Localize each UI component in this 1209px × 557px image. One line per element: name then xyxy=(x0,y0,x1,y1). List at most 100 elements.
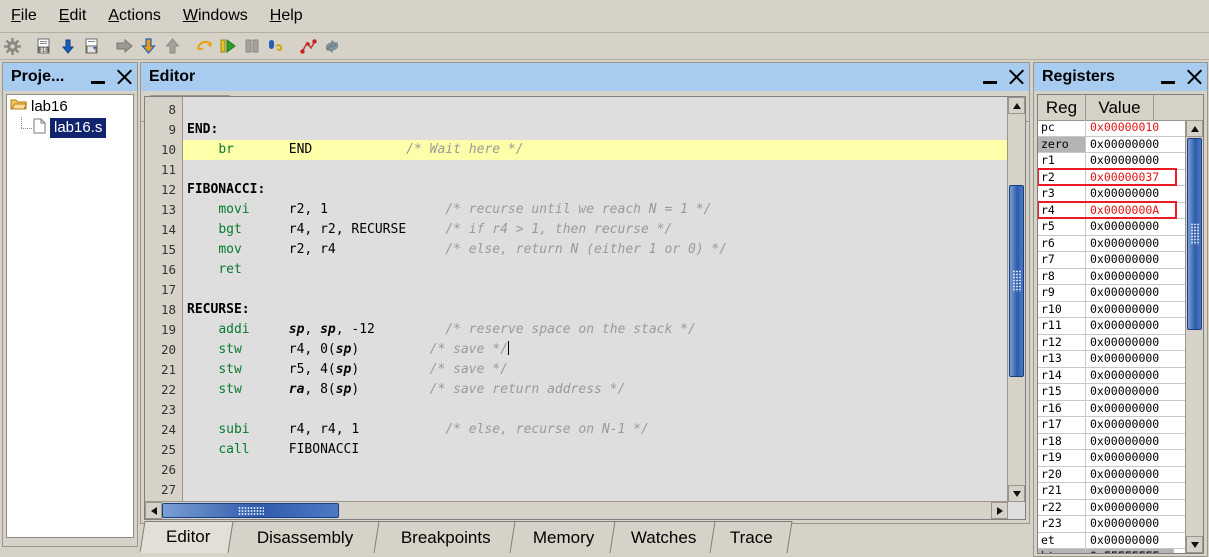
register-value[interactable]: 0x00000000 xyxy=(1086,401,1174,417)
editor-hscroll-thumb[interactable] xyxy=(162,503,339,518)
bottom-tab-trace[interactable]: Trace xyxy=(709,521,793,553)
register-row[interactable]: bt0xFFFFFFFF xyxy=(1038,549,1186,553)
tree-item-file[interactable]: lab16.s xyxy=(7,117,133,139)
register-value[interactable]: 0xFFFFFFFF xyxy=(1086,549,1174,553)
editor-code-pane[interactable]: END: br END /* Wait here */ FIBONACCI: m… xyxy=(183,97,1025,519)
register-value[interactable]: 0x00000000 xyxy=(1086,450,1174,466)
register-row[interactable]: r22 0x00000000 xyxy=(1038,499,1186,516)
code-line[interactable] xyxy=(183,400,1025,420)
code-line[interactable]: movi r2, 1 /* recurse until we reach N =… xyxy=(183,200,1025,220)
menu-item-actions[interactable]: Actions xyxy=(97,5,171,28)
restart-icon[interactable] xyxy=(193,35,215,57)
register-row[interactable]: r10 0x00000000 xyxy=(1038,301,1186,318)
register-value[interactable]: 0x00000000 xyxy=(1086,136,1174,152)
register-value[interactable]: 0x00000000 xyxy=(1086,153,1174,169)
code-line[interactable]: FIBONACCI: xyxy=(183,180,1025,200)
settings-gear-icon[interactable] xyxy=(1,35,23,57)
registers-table[interactable]: Reg Value pc 0x00000010 zero 0x00000000 r1 0x… xyxy=(1037,94,1204,554)
bottom-tab-breakpoints[interactable]: Breakpoints xyxy=(373,521,519,553)
register-row[interactable]: pc 0x00000010 xyxy=(1038,120,1186,137)
editor-vertical-scrollbar[interactable] xyxy=(1007,97,1025,502)
register-value[interactable]: 0x00000000 xyxy=(1086,236,1174,252)
editor-close-button[interactable] xyxy=(1003,64,1029,90)
registers-vscroll-thumb[interactable] xyxy=(1187,138,1202,330)
register-row[interactable]: r3 0x00000000 xyxy=(1038,186,1186,203)
registers-vertical-scrollbar[interactable] xyxy=(1185,120,1203,553)
register-row[interactable]: r15 0x00000000 xyxy=(1038,384,1186,401)
register-value[interactable]: 0x00000010 xyxy=(1086,120,1174,136)
stop-icon[interactable] xyxy=(265,35,287,57)
breakpoint-icon[interactable] xyxy=(297,35,319,57)
code-line[interactable] xyxy=(183,100,1025,120)
code-line[interactable] xyxy=(183,480,1025,500)
code-line[interactable]: ret xyxy=(183,260,1025,280)
bottom-tab-editor[interactable]: Editor xyxy=(139,521,237,553)
register-value[interactable]: 0x00000000 xyxy=(1086,368,1174,384)
continue-arrow-icon[interactable] xyxy=(113,35,135,57)
register-row[interactable]: r4 0x0000000A xyxy=(1038,200,1186,219)
project-close-button[interactable] xyxy=(111,64,137,90)
editor-scroll-up-button[interactable] xyxy=(1008,97,1025,114)
editor-scroll-down-button[interactable] xyxy=(1008,485,1025,502)
code-line[interactable] xyxy=(183,280,1025,300)
register-value[interactable]: 0x00000000 xyxy=(1086,533,1174,549)
register-value[interactable]: 0x00000000 xyxy=(1086,483,1174,499)
download-icon[interactable] xyxy=(57,35,79,57)
register-value[interactable]: 0x00000000 xyxy=(1086,351,1174,367)
code-line[interactable]: addi sp, sp, -12 /* reserve space on the… xyxy=(183,320,1025,340)
register-value[interactable]: 0x00000000 xyxy=(1086,285,1174,301)
project-minimize-button[interactable] xyxy=(85,64,111,90)
register-value[interactable]: 0x00000000 xyxy=(1086,219,1174,235)
register-row[interactable]: r21 0x00000000 xyxy=(1038,483,1186,500)
project-tree[interactable]: lab16 lab16.s xyxy=(6,94,134,538)
menu-item-windows[interactable]: Windows xyxy=(172,5,259,28)
register-row[interactable]: zero 0x00000000 xyxy=(1038,136,1186,153)
menu-item-edit[interactable]: Edit xyxy=(48,5,98,28)
register-row[interactable]: r12 0x00000000 xyxy=(1038,334,1186,351)
compile-icon[interactable]: 010 xyxy=(33,35,55,57)
code-line[interactable] xyxy=(183,460,1025,480)
register-value[interactable]: 0x00000037 xyxy=(1086,170,1174,186)
register-value[interactable]: 0x00000000 xyxy=(1086,434,1174,450)
compile-and-load-icon[interactable] xyxy=(81,35,103,57)
menu-item-file[interactable]: File xyxy=(0,5,48,28)
editor-minimize-button[interactable] xyxy=(977,64,1003,90)
register-value[interactable]: 0x00000000 xyxy=(1086,335,1174,351)
register-value[interactable]: 0x00000000 xyxy=(1086,500,1174,516)
register-row[interactable]: r7 0x00000000 xyxy=(1038,252,1186,269)
registers-scroll-up-button[interactable] xyxy=(1186,120,1203,137)
bottom-tab-disassembly[interactable]: Disassembly xyxy=(227,521,383,553)
register-value[interactable]: 0x00000000 xyxy=(1086,302,1174,318)
editor-scroll-left-button[interactable] xyxy=(145,502,162,519)
register-row[interactable]: r5 0x00000000 xyxy=(1038,219,1186,236)
register-row[interactable]: r2 0x00000037 xyxy=(1038,167,1186,186)
register-row[interactable]: r8 0x00000000 xyxy=(1038,268,1186,285)
code-line[interactable]: END: xyxy=(183,120,1025,140)
register-value[interactable]: 0x00000000 xyxy=(1086,467,1174,483)
code-line[interactable]: call FIBONACCI xyxy=(183,440,1025,460)
register-row[interactable]: r1 0x00000000 xyxy=(1038,153,1186,170)
register-row[interactable]: r11 0x00000000 xyxy=(1038,318,1186,335)
pause-icon[interactable] xyxy=(241,35,263,57)
tree-item-project-root[interactable]: lab16 xyxy=(7,95,133,117)
code-line[interactable]: RECURSE: xyxy=(183,300,1025,320)
editor-scroll-right-button[interactable] xyxy=(991,502,1008,519)
editor-horizontal-scrollbar[interactable] xyxy=(145,501,1008,519)
register-value[interactable]: 0x00000000 xyxy=(1086,252,1174,268)
register-row[interactable]: r14 0x00000000 xyxy=(1038,367,1186,384)
register-row[interactable]: et 0x00000000 xyxy=(1038,532,1186,549)
register-row[interactable]: r6 0x00000000 xyxy=(1038,235,1186,252)
code-line[interactable]: stw r5, 4(sp) /* save */ xyxy=(183,360,1025,380)
menu-item-help[interactable]: Help xyxy=(259,5,314,28)
register-value[interactable]: 0x0000000A xyxy=(1086,203,1174,219)
register-value[interactable]: 0x00000000 xyxy=(1086,417,1174,433)
register-value[interactable]: 0x00000000 xyxy=(1086,318,1174,334)
run-icon[interactable] xyxy=(217,35,239,57)
code-line[interactable]: mov r2, r4 /* else, return N (either 1 o… xyxy=(183,240,1025,260)
registers-row-list[interactable]: pc 0x00000010 zero 0x00000000 r1 0x00000000 r2… xyxy=(1038,120,1186,553)
refresh-icon[interactable] xyxy=(321,35,343,57)
code-line[interactable] xyxy=(183,160,1025,180)
editor-vscroll-thumb[interactable] xyxy=(1009,185,1024,377)
column-header-value[interactable]: Value xyxy=(1086,95,1154,120)
editor-text-area[interactable]: 8 9 10 11 12 13 14 15 16 17 18 19 20 21 22 23 24 25 26 27 E… xyxy=(144,96,1026,520)
